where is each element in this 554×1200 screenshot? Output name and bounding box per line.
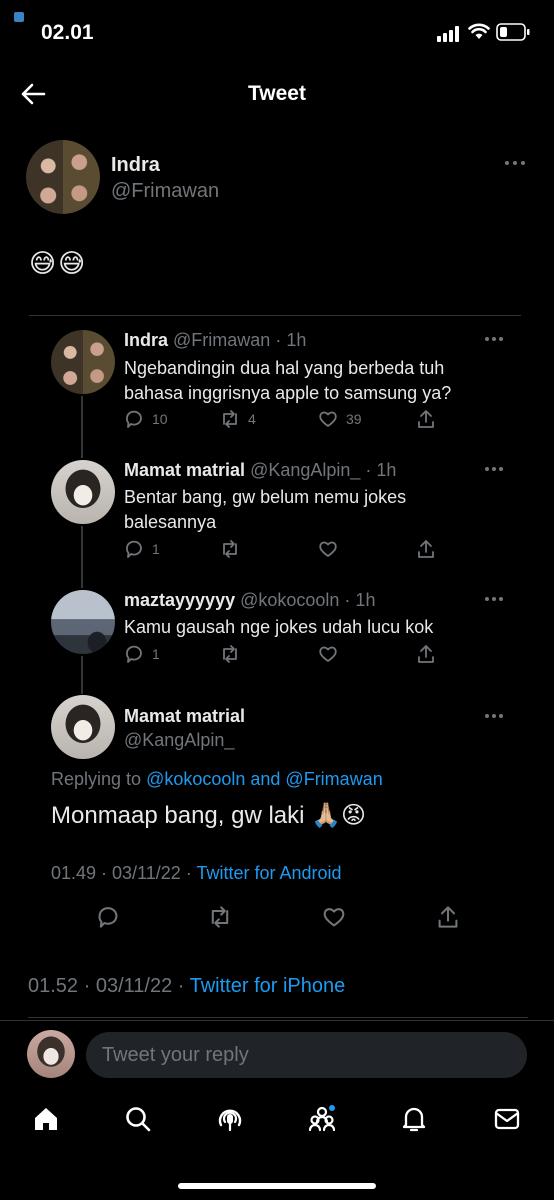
heart-icon (319, 541, 337, 557)
replying-to-users[interactable]: @kokocooln and @Frimawan (146, 769, 383, 789)
thread-line (81, 396, 83, 458)
reply-icon (98, 907, 118, 928)
share-icon (418, 410, 434, 428)
like-button[interactable] (318, 539, 338, 559)
source-link[interactable]: Twitter for iPhone (190, 975, 346, 997)
tweet-text: 😅😅 (29, 248, 88, 278)
reply-button[interactable]: 10 (124, 409, 168, 429)
like-count: 39 (346, 411, 362, 427)
tweet-timestamp: 01.49 · 03/11/22 · Twitter for Android (51, 863, 342, 884)
author-handle[interactable]: @Frimawan · 1h (173, 330, 306, 350)
status-bar: 02.01 (0, 0, 554, 64)
retweet-button[interactable] (220, 644, 240, 664)
like-button[interactable]: 39 (318, 409, 362, 429)
reply-button[interactable] (96, 905, 120, 929)
tweet-header: Indra @Frimawan · 1h (124, 330, 306, 351)
tweet-header: maztayyyyyy @kokocooln · 1h (124, 590, 375, 611)
tweet-text: Monmaap bang, gw laki 🙏🏼😡 (51, 802, 367, 829)
thread-line (81, 656, 83, 694)
avatar[interactable] (51, 330, 115, 394)
home-icon[interactable] (32, 1105, 60, 1133)
reply-icon (126, 540, 142, 558)
author-name[interactable]: Mamat matrial (124, 706, 245, 727)
retweet-icon (223, 410, 237, 428)
tweet-header: Mamat matrial @KangAlpin_ · 1h (124, 460, 396, 481)
divider (29, 315, 521, 316)
my-avatar[interactable] (27, 1030, 75, 1078)
reply-count: 1 (152, 646, 160, 662)
retweet-icon (211, 906, 229, 928)
replying-to-label: Replying to (51, 769, 147, 789)
like-button[interactable] (322, 905, 346, 929)
spaces-icon[interactable] (216, 1105, 244, 1133)
retweet-button[interactable] (208, 905, 232, 929)
more-options-icon[interactable] (485, 467, 505, 473)
author-name[interactable]: Indra (111, 154, 160, 177)
reply-input[interactable]: Tweet your reply (86, 1032, 527, 1078)
tweet-text: Kamu gausah nge jokes udah lucu kok (124, 617, 434, 637)
reply-button[interactable]: 1 (124, 539, 160, 559)
tweet-timestamp: 01.52 · 03/11/22 · Twitter for iPhone (28, 975, 345, 998)
share-icon (438, 906, 458, 928)
reply-icon (126, 645, 142, 663)
author-name[interactable]: Indra (124, 330, 168, 350)
reply-count: 1 (152, 541, 160, 557)
source-link[interactable]: Twitter for Android (196, 863, 341, 883)
more-options-icon[interactable] (485, 714, 505, 720)
share-icon (418, 645, 434, 663)
replying-to: Replying to @kokocooln and @Frimawan (51, 769, 383, 790)
notifications-icon[interactable] (400, 1105, 428, 1133)
posted-time: 01.52 · 03/11/22 · (28, 975, 185, 997)
author-handle[interactable]: @kokocooln · 1h (240, 590, 375, 610)
tweet-text: Bentar bang, gw belum nemu jokes balesan… (124, 487, 407, 532)
heart-icon (323, 908, 345, 927)
retweet-icon (223, 540, 237, 558)
reply-button[interactable]: 1 (124, 644, 160, 664)
reply-icon (126, 410, 142, 428)
tweet-text: Ngebandingin dua hal yang berbeda tuh ba… (124, 358, 452, 403)
bottom-bar: Tweet your reply (0, 1020, 554, 1200)
share-icon (418, 540, 434, 558)
author-handle[interactable]: @KangAlpin_ (124, 730, 234, 751)
retweet-count: 4 (248, 411, 256, 427)
cellular-signal-icon (437, 26, 459, 42)
share-button[interactable] (436, 905, 460, 929)
tweet-detail: Indra @Frimawan 😅😅 Indra @Frimawan · 1h … (0, 124, 554, 1020)
divider (28, 1017, 528, 1018)
app-indicator-icon (14, 12, 24, 22)
status-time: 02.01 (41, 21, 94, 44)
communities-icon[interactable] (308, 1105, 336, 1133)
thread-line (81, 526, 83, 588)
battery-icon (496, 23, 530, 41)
search-icon[interactable] (124, 1105, 152, 1133)
messages-icon[interactable] (493, 1105, 521, 1133)
share-button[interactable] (416, 409, 436, 429)
author-name[interactable]: Mamat matrial (124, 460, 245, 480)
more-options-icon[interactable] (485, 337, 505, 343)
author-handle[interactable]: @KangAlpin_ · 1h (250, 460, 396, 480)
more-options-icon[interactable] (485, 597, 505, 603)
avatar[interactable] (51, 590, 115, 654)
like-button[interactable] (318, 644, 338, 664)
heart-icon (319, 646, 337, 662)
author-name[interactable]: maztayyyyyy (124, 590, 235, 610)
posted-time: 01.49 · 03/11/22 · (51, 863, 192, 883)
more-options-icon[interactable] (505, 161, 525, 167)
avatar[interactable] (51, 460, 115, 524)
heart-icon (319, 411, 337, 427)
avatar[interactable] (51, 695, 115, 759)
author-handle[interactable]: @Frimawan (111, 180, 219, 203)
share-button[interactable] (416, 644, 436, 664)
home-indicator[interactable] (178, 1183, 376, 1189)
retweet-icon (223, 645, 237, 663)
reply-count: 10 (152, 411, 168, 427)
retweet-button[interactable]: 4 (220, 409, 256, 429)
retweet-button[interactable] (220, 539, 240, 559)
wifi-icon (468, 23, 490, 39)
header: Tweet (0, 64, 554, 124)
page-title: Tweet (248, 82, 306, 105)
share-button[interactable] (416, 539, 436, 559)
avatar[interactable] (26, 140, 100, 214)
